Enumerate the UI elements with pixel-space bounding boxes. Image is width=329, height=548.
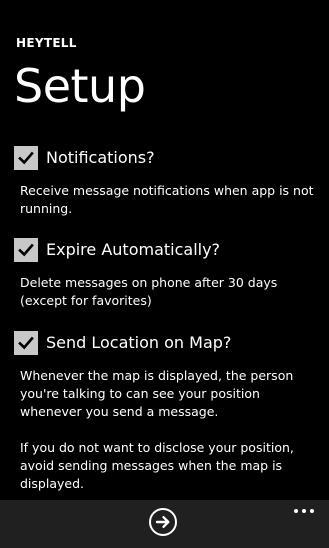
expire-automatically-checkbox[interactable] (14, 238, 38, 262)
expire-automatically-description: Delete messages on phone after 30 days (… (20, 274, 320, 310)
expire-automatically-label: Expire Automatically? (46, 240, 221, 259)
page-title: Setup (14, 59, 146, 113)
send-location-checkbox[interactable] (14, 331, 38, 355)
checkmark-icon (18, 151, 34, 165)
notifications-description-text: Receive message notifications when app i… (20, 183, 314, 216)
send-location-description: Whenever the map is displayed, the perso… (20, 367, 320, 493)
send-location-toggle[interactable]: Send Location on Map? (14, 331, 324, 355)
expire-automatically-toggle[interactable]: Expire Automatically? (14, 238, 324, 262)
send-location-label: Send Location on Map? (46, 333, 232, 352)
expire-automatically-description-text: Delete messages on phone after 30 days (… (20, 275, 278, 308)
next-button[interactable] (149, 508, 177, 536)
notifications-label: Notifications? (46, 148, 155, 167)
more-options-button[interactable] (289, 504, 319, 518)
ellipsis-dot (302, 509, 306, 513)
checkmark-icon (18, 243, 34, 257)
app-name: HEYTELL (16, 36, 77, 50)
notifications-toggle[interactable]: Notifications? (14, 146, 324, 170)
setting-notifications: Notifications? Receive message notificat… (14, 146, 324, 218)
notifications-description: Receive message notifications when app i… (20, 182, 320, 218)
app-bar (0, 500, 329, 548)
notifications-checkbox[interactable] (14, 146, 38, 170)
ellipsis-icon (294, 509, 298, 513)
ellipsis-dot (310, 509, 314, 513)
setting-expire-automatically: Expire Automatically? Delete messages on… (14, 238, 324, 310)
send-location-description-text-2: If you do not want to disclose your posi… (20, 440, 294, 491)
setting-send-location: Send Location on Map? Whenever the map i… (14, 331, 324, 493)
send-location-description-text-1: Whenever the map is displayed, the perso… (20, 368, 294, 419)
checkmark-icon (18, 336, 34, 350)
arrow-right-icon (155, 516, 170, 528)
